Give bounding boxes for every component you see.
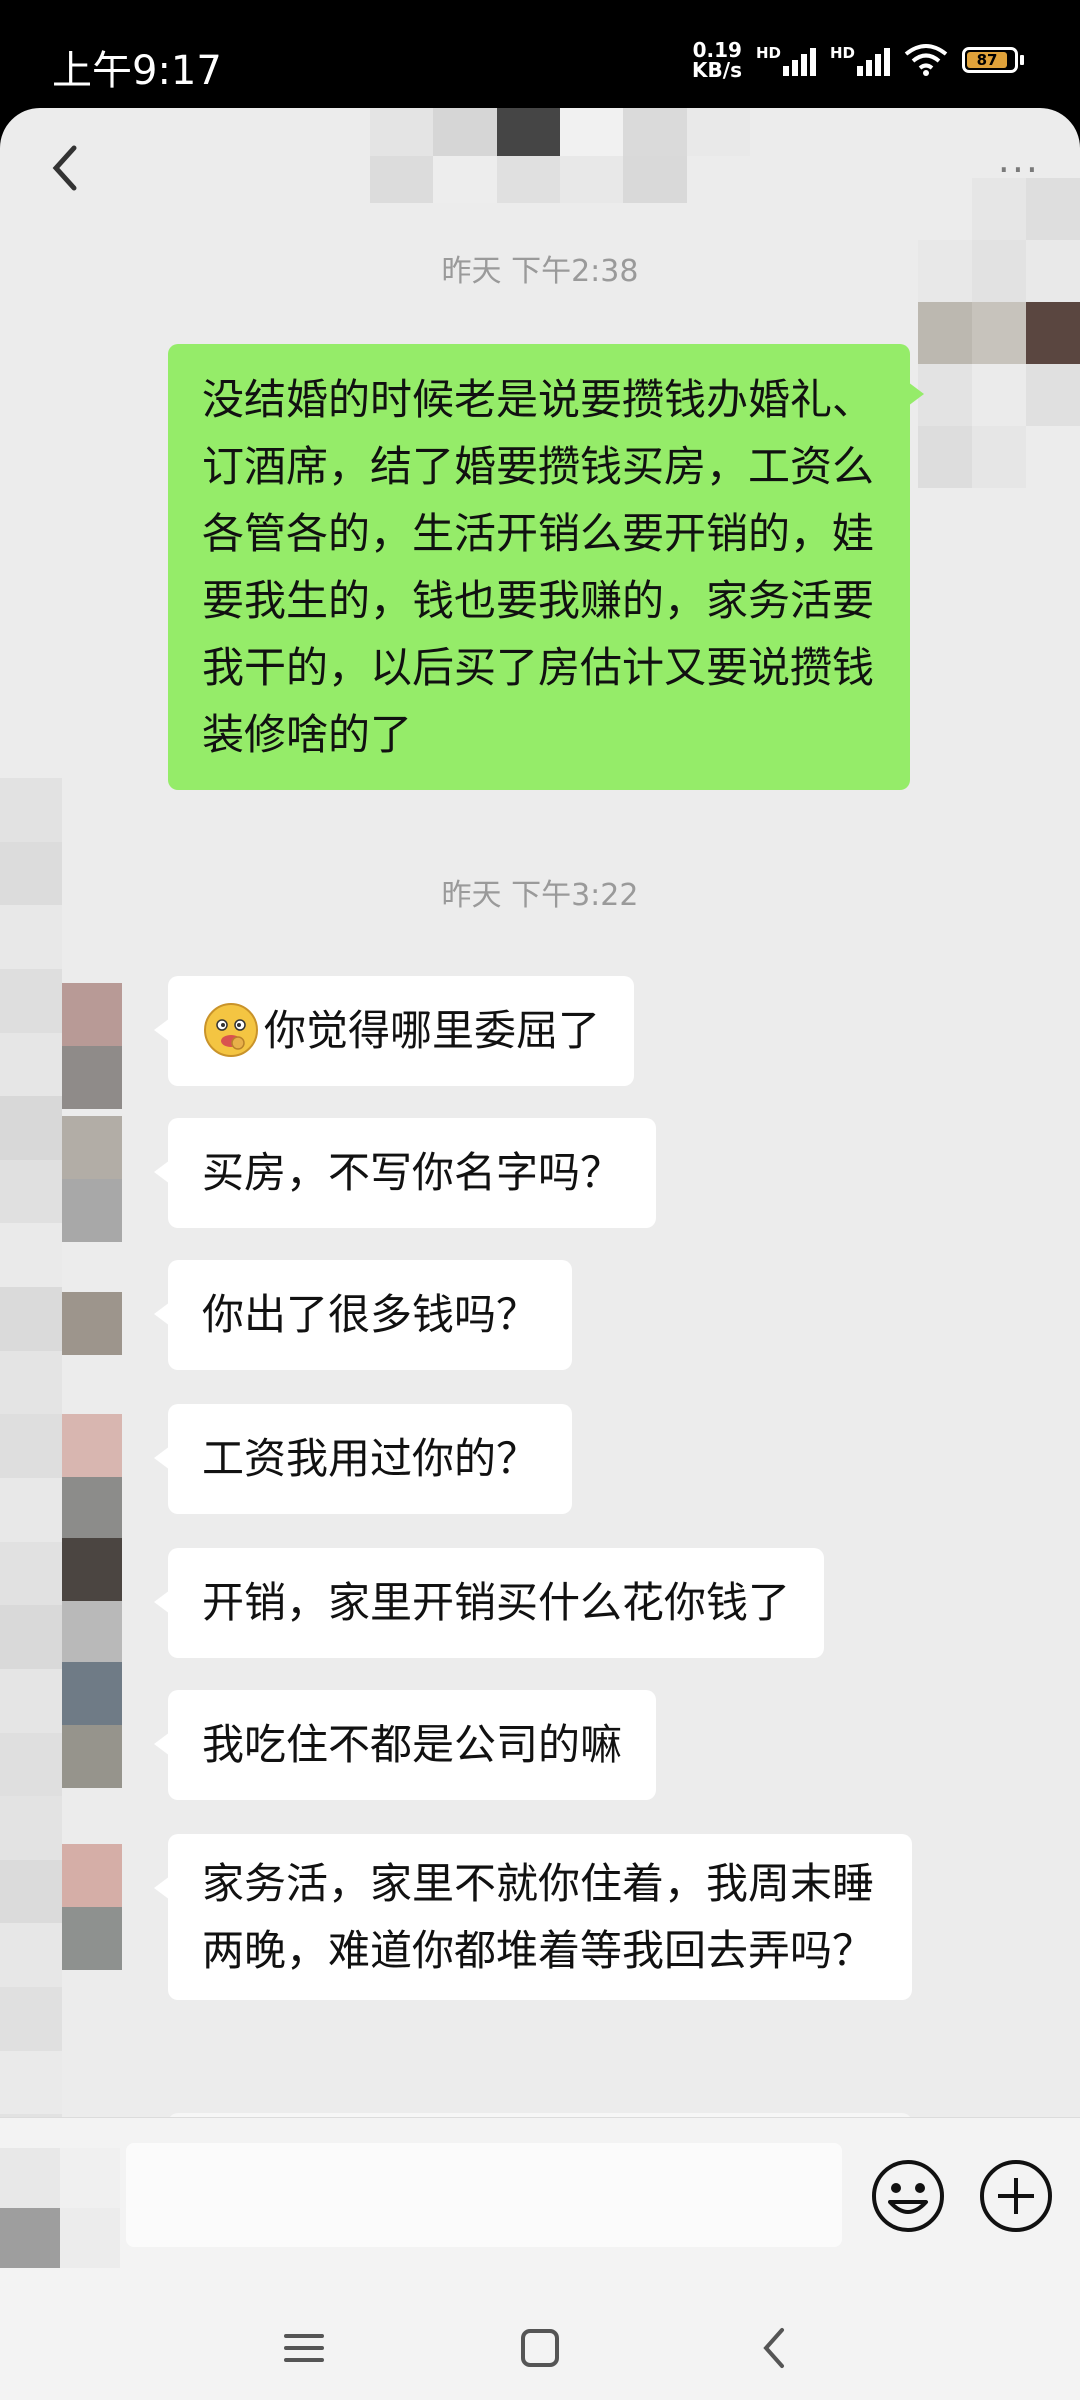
avatar[interactable] xyxy=(62,1844,122,1970)
network-speed-unit: KB/s xyxy=(692,58,742,82)
sent-message-text: 没结婚的时候老是说要攒钱办婚礼、订酒席，结了婚要攒钱买房，工资么各管各的，生活开… xyxy=(202,375,875,759)
contact-name-pixelated xyxy=(370,108,750,203)
pixelated-region xyxy=(918,178,1080,488)
chat-window: ··· 昨天 下午2:38 没结婚的时候老是说要攒钱办婚礼、订酒席，结了婚要攒钱… xyxy=(0,108,1080,2292)
pixelated-region xyxy=(0,778,62,2178)
received-message-text: 你觉得哪里委屈了 xyxy=(264,1006,601,1055)
smiley-icon[interactable] xyxy=(868,2156,948,2236)
timestamp: 昨天 下午3:22 xyxy=(441,878,639,913)
network-speed: 0.19 KB/s xyxy=(692,40,742,80)
input-bar xyxy=(0,2117,1080,2293)
wifi-icon xyxy=(904,44,948,76)
received-message-text: 工资我用过你的？ xyxy=(202,1434,539,1483)
battery-icon: 87 xyxy=(962,47,1024,73)
pixelated-region xyxy=(0,2148,120,2268)
network-speed-value: 0.19 xyxy=(692,38,742,62)
status-icons: 0.19 KB/s HD HD 87 xyxy=(692,40,1024,80)
avatar[interactable] xyxy=(62,1538,122,1664)
received-message-text: 你出了很多钱吗？ xyxy=(202,1290,539,1339)
nav-back-icon[interactable] xyxy=(748,2320,804,2376)
message-input[interactable] xyxy=(126,2143,842,2247)
home-square-icon[interactable] xyxy=(512,2320,568,2376)
avatar[interactable] xyxy=(62,1116,122,1242)
status-time: 上午9:17 xyxy=(52,48,222,94)
received-message-text: 我吃住不都是公司的嘛 xyxy=(202,1720,623,1769)
received-message[interactable]: 买房，不写你名字吗？ xyxy=(153,1118,657,1228)
received-message[interactable]: 我吃住不都是公司的嘛 xyxy=(153,1690,657,1800)
thinking-face-emoji-icon xyxy=(204,1002,258,1057)
sim2-hd-label: HD xyxy=(829,44,855,62)
avatar[interactable] xyxy=(62,983,122,1109)
signal-sim2-icon: HD xyxy=(830,44,890,76)
back-chevron-icon[interactable] xyxy=(36,138,96,198)
avatar[interactable] xyxy=(62,1292,122,1355)
received-message-text: 开销，家里开销买什么花你钱了 xyxy=(202,1578,791,1627)
battery-level: 87 xyxy=(967,51,1008,69)
menu-lines-icon[interactable] xyxy=(276,2320,332,2376)
received-message-text: 家务活，家里不就你住着，我周末睡两晚，难道你都堆着等我回去弄吗？ xyxy=(202,1859,875,1975)
sim1-hd-label: HD xyxy=(755,44,781,62)
received-message-text: 买房，不写你名字吗？ xyxy=(202,1148,623,1197)
sent-message[interactable]: 没结婚的时候老是说要攒钱办婚礼、订酒席，结了婚要攒钱买房，工资么各管各的，生活开… xyxy=(168,344,924,790)
received-message[interactable]: 开销，家里开销买什么花你钱了 xyxy=(153,1548,825,1658)
status-bar: 上午9:17 0.19 KB/s HD HD 87 xyxy=(0,0,1080,120)
received-message[interactable]: 工资我用过你的？ xyxy=(153,1404,573,1514)
avatar[interactable] xyxy=(62,1414,122,1540)
plus-circle-icon[interactable] xyxy=(976,2156,1056,2236)
system-nav-bar xyxy=(0,2292,1080,2400)
avatar[interactable] xyxy=(62,1662,122,1788)
signal-sim1-icon: HD xyxy=(756,44,816,76)
received-message[interactable]: 你觉得哪里委屈了 xyxy=(153,976,635,1086)
received-message[interactable]: 家务活，家里不就你住着，我周末睡两晚，难道你都堆着等我回去弄吗？ xyxy=(154,1834,912,2000)
received-message[interactable]: 你出了很多钱吗？ xyxy=(153,1260,573,1370)
timestamp: 昨天 下午2:38 xyxy=(441,254,639,289)
